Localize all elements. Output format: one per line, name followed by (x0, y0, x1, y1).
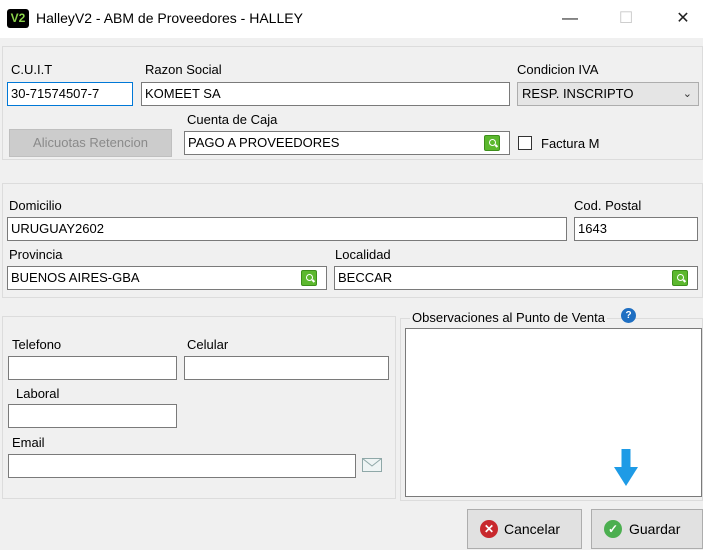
laboral-input[interactable] (8, 404, 177, 428)
cancel-button[interactable]: ✕ Cancelar (467, 509, 582, 549)
title-bar: V2 HalleyV2 - ABM de Proveedores - HALLE… (0, 0, 703, 38)
cancel-icon: ✕ (480, 520, 498, 538)
razon-social-input[interactable]: KOMEET SA (141, 82, 510, 106)
mail-icon[interactable] (362, 458, 382, 472)
arrow-down-icon (614, 449, 638, 486)
help-icon[interactable]: ? (621, 308, 636, 323)
cuit-input[interactable]: 30-71574507-7 (7, 82, 133, 106)
domicilio-input[interactable]: URUGUAY2602 (7, 217, 567, 241)
laboral-label: Laboral (16, 386, 60, 401)
localidad-input[interactable]: BECCAR (334, 266, 698, 290)
telefono-input[interactable] (8, 356, 177, 380)
cancel-button-label: Cancelar (504, 521, 561, 537)
close-button[interactable]: ✕ (660, 0, 703, 38)
observaciones-textarea[interactable] (405, 328, 702, 497)
alicuotas-retencion-button[interactable]: Alicuotas Retencion (9, 129, 172, 157)
celular-label: Celular (187, 337, 229, 352)
domicilio-label: Domicilio (9, 198, 62, 213)
maximize-button[interactable]: ☐ (603, 0, 649, 38)
provincia-label: Provincia (9, 247, 63, 262)
cuit-label: C.U.I.T (11, 62, 53, 77)
factura-m-label: Factura M (541, 136, 600, 151)
localidad-search-icon[interactable] (672, 270, 688, 286)
cuenta-caja-search-icon[interactable] (484, 135, 500, 151)
provincia-search-icon[interactable] (301, 270, 317, 286)
chevron-down-icon: ⌄ (682, 88, 692, 100)
email-input[interactable] (8, 454, 356, 478)
cuenta-caja-input[interactable]: PAGO A PROVEEDORES (184, 131, 510, 155)
window-title: HalleyV2 - ABM de Proveedores - HALLEY (36, 10, 303, 26)
localidad-value: BECCAR (338, 270, 393, 285)
cod-postal-input[interactable]: 1643 (574, 217, 698, 241)
celular-input[interactable] (184, 356, 389, 380)
provincia-input[interactable]: BUENOS AIRES-GBA (7, 266, 327, 290)
factura-m-checkbox[interactable] (518, 136, 532, 150)
email-label: Email (12, 435, 45, 450)
condicion-iva-select[interactable]: RESP. INSCRIPTO ⌄ (517, 82, 699, 106)
cuenta-caja-label: Cuenta de Caja (187, 112, 278, 127)
observaciones-label: Observaciones al Punto de Venta (410, 310, 607, 325)
save-button-label: Guardar (629, 521, 681, 537)
telefono-label: Telefono (12, 337, 62, 352)
check-icon: ✓ (604, 520, 622, 538)
razon-social-label: Razon Social (145, 62, 222, 77)
condicion-iva-label: Condicion IVA (517, 62, 599, 77)
provincia-value: BUENOS AIRES-GBA (11, 270, 140, 285)
save-button[interactable]: ✓ Guardar (591, 509, 703, 549)
localidad-label: Localidad (335, 247, 391, 262)
cod-postal-label: Cod. Postal (574, 198, 642, 213)
app-logo-icon: V2 (7, 9, 29, 28)
cuenta-caja-value: PAGO A PROVEEDORES (188, 135, 340, 150)
minimize-button[interactable]: — (547, 0, 593, 38)
condicion-iva-value: RESP. INSCRIPTO (522, 86, 634, 101)
